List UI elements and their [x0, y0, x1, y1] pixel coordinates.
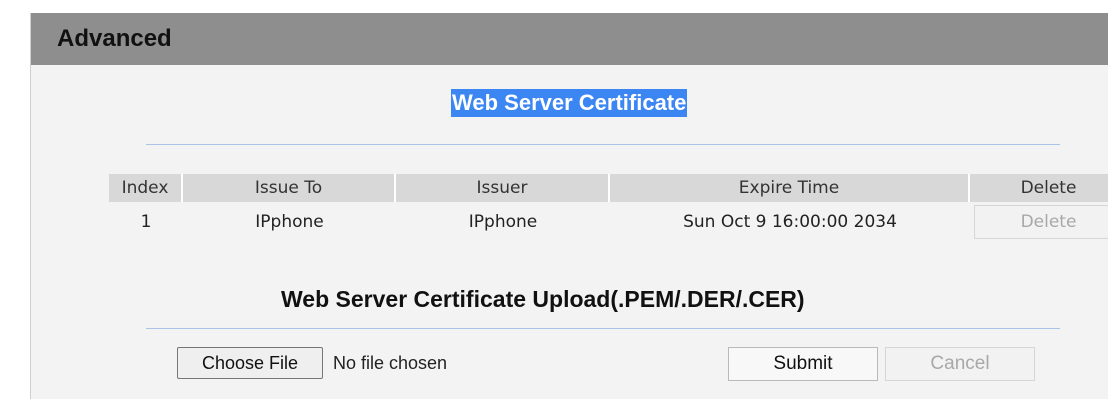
column-header-expire-time: Expire Time — [610, 174, 970, 202]
column-header-delete: Delete — [1020, 178, 1077, 198]
file-picker: Choose File No file chosen — [177, 347, 447, 379]
cell-delete: Delete — [970, 205, 1108, 239]
cancel-button[interactable]: Cancel — [885, 347, 1035, 381]
column-header-issuer: Issuer — [396, 174, 610, 202]
certificate-section-title: Web Server Certificate — [451, 89, 688, 117]
divider — [146, 144, 1060, 145]
table-row: 1 IPphone IPphone Sun Oct 9 16:00:00 203… — [109, 202, 1108, 242]
delete-button[interactable]: Delete — [973, 205, 1108, 239]
upload-section-title: Web Server Certificate Upload(.PEM/.DER/… — [281, 286, 805, 312]
cell-issue-to: IPphone — [255, 212, 324, 232]
cell-expire-time: Sun Oct 9 16:00:00 2034 — [683, 212, 897, 232]
column-header-index: Index — [109, 174, 183, 202]
panel-title: Advanced — [57, 25, 172, 52]
cell-index: 1 — [140, 212, 152, 232]
certificate-table: Index Issue To Issuer Expire Time Delete… — [109, 174, 1108, 242]
file-status-text: No file chosen — [333, 352, 448, 373]
cell-issuer: IPphone — [468, 212, 538, 232]
panel-header: Advanced — [31, 13, 1108, 65]
advanced-panel: Advanced Web Server Certificate Index Is… — [30, 13, 1108, 399]
table-header-row: Index Issue To Issuer Expire Time Delete — [109, 174, 1108, 202]
choose-file-button[interactable]: Choose File — [177, 347, 323, 379]
column-header-issue-to: Issue To — [183, 174, 396, 202]
submit-button[interactable]: Submit — [728, 347, 878, 381]
divider — [146, 328, 1060, 329]
